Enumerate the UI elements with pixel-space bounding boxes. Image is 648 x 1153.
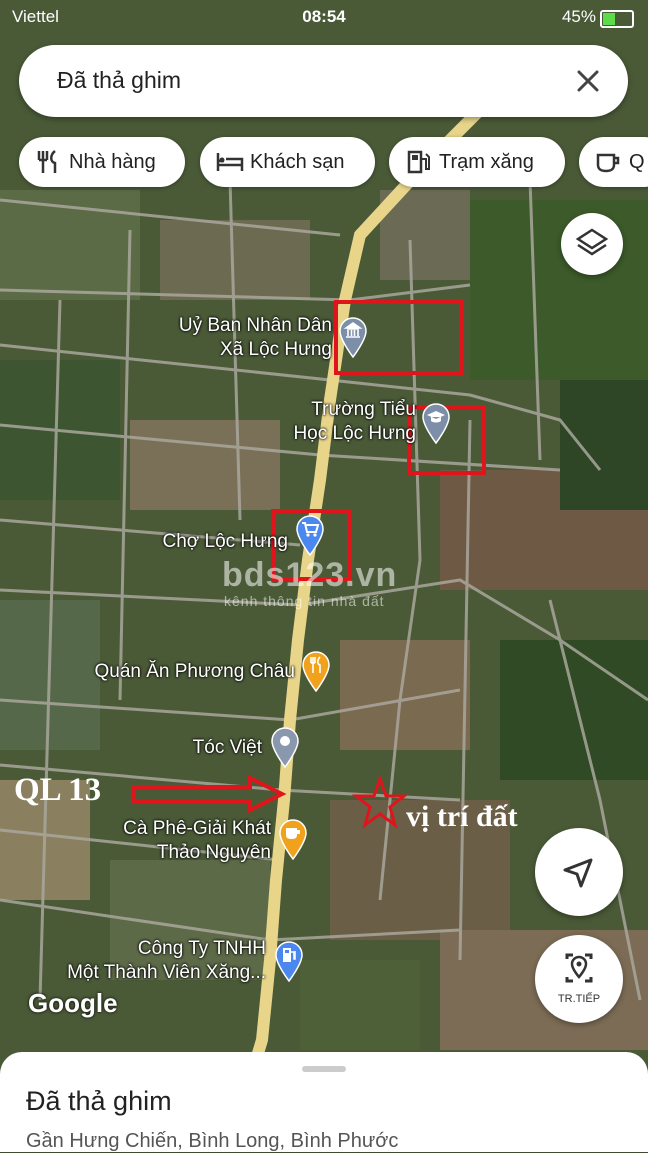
chip-label: Q: [629, 151, 645, 173]
place-name: Cà Phê-Giải Khát Thảo Nguyên: [123, 818, 271, 863]
battery-level: 45%: [561, 7, 596, 26]
chip-label: Nhà hàng: [69, 151, 156, 173]
bottom-sheet[interactable]: Đã thả ghim Gần Hưng Chiến, Bình Long, B…: [0, 1052, 648, 1152]
coffee-cup-icon: [596, 153, 620, 173]
sheet-address: Gần Hưng Chiến, Bình Long, Bình Phước: [26, 1130, 399, 1152]
watermark-tagline: kênh thông tin nhà đất: [224, 593, 385, 609]
layers-button[interactable]: [561, 213, 623, 275]
sheet-handle[interactable]: [302, 1066, 346, 1072]
place-name: Công Ty TNHH Một Thành Viên Xăng...: [67, 938, 266, 983]
place-name: Trường Tiểu Học Lộc Hưng: [293, 399, 416, 444]
search-query[interactable]: Đã thả ghim: [57, 67, 181, 94]
place-label-gas-company[interactable]: Công Ty TNHH Một Thành Viên Xăng...: [20, 937, 266, 985]
google-attribution: Google: [28, 988, 118, 1018]
status-bar: Viettel 08:54 45%: [0, 0, 648, 34]
street-view-icon: [565, 953, 593, 983]
chip-gas-stations[interactable]: Trạm xăng: [389, 137, 565, 187]
place-name: Chợ Lộc Hưng: [162, 531, 288, 552]
chip-label: Trạm xăng: [439, 151, 534, 173]
place-label-ubnd[interactable]: Uỷ Ban Nhân Dân Xã Lộc Hưng: [140, 314, 332, 362]
place-label-cafe[interactable]: Cà Phê-Giải Khát Thảo Nguyên: [80, 817, 271, 865]
place-name: Tóc Việt: [192, 737, 262, 758]
school-icon[interactable]: [421, 402, 451, 444]
sheet-title: Đã thả ghim: [26, 1086, 172, 1116]
chip-label: Khách sạn: [250, 151, 345, 173]
place-name: Quán Ăn Phương Châu: [94, 661, 295, 682]
battery-icon: [600, 10, 634, 28]
street-view-label: TR.TIẾP: [557, 993, 601, 1005]
chip-cafes[interactable]: Q: [579, 137, 648, 187]
road-annotation: QL 13: [14, 772, 102, 808]
my-location-button[interactable]: [535, 828, 623, 916]
layers-icon: [575, 228, 609, 256]
navigation-arrow-icon: [563, 858, 593, 888]
gas-station-icon[interactable]: [274, 940, 304, 982]
restaurant-icon[interactable]: [301, 650, 331, 692]
location-pin-icon[interactable]: [270, 726, 300, 768]
place-label-school[interactable]: Trường Tiểu Học Lộc Hưng: [220, 398, 416, 446]
place-label-market[interactable]: Chợ Lộc Hưng: [100, 530, 288, 554]
chip-restaurants[interactable]: Nhà hàng: [19, 137, 185, 187]
shopping-cart-icon[interactable]: [295, 514, 325, 556]
fork-knife-icon: [37, 150, 57, 173]
close-icon[interactable]: [568, 61, 608, 101]
site-annotation: vị trí đất: [406, 800, 518, 833]
chip-hotels[interactable]: Khách sạn: [200, 137, 375, 187]
search-bar[interactable]: Đã thả ghim: [19, 45, 628, 117]
coffee-icon[interactable]: [278, 818, 308, 860]
place-label-toc-viet[interactable]: Tóc Việt: [150, 736, 262, 760]
street-view-button[interactable]: TR.TIẾP: [535, 935, 623, 1023]
watermark-brand: bds123.vn: [222, 556, 398, 594]
clock: 08:54: [302, 7, 346, 26]
place-name: Uỷ Ban Nhân Dân Xã Lộc Hưng: [178, 315, 332, 360]
place-label-restaurant[interactable]: Quán Ăn Phương Châu: [40, 660, 295, 684]
gas-pump-icon: [407, 150, 430, 174]
government-building-icon[interactable]: [338, 316, 368, 358]
bed-icon: [216, 153, 244, 171]
